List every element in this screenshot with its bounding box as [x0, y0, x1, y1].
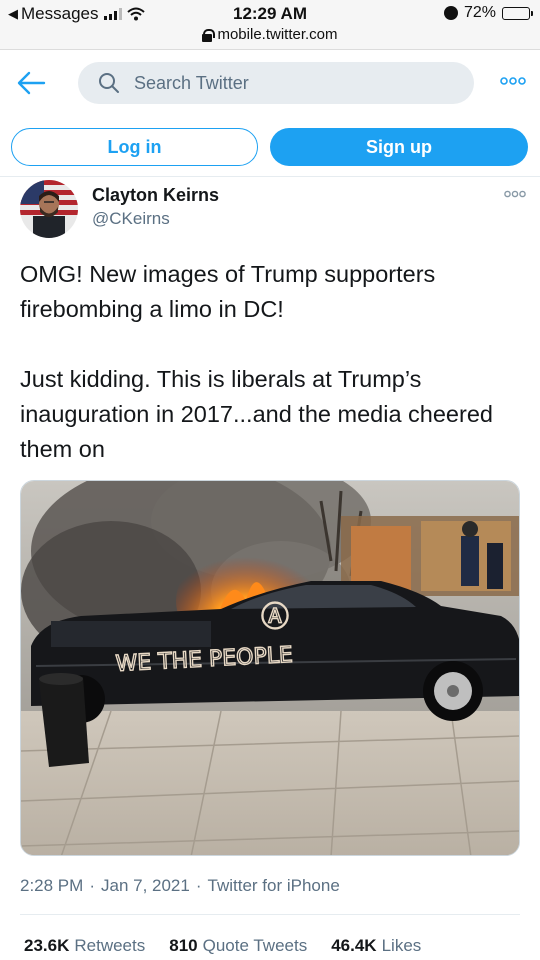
search-box[interactable] — [78, 62, 474, 104]
status-bar: ◀ Messages 12:29 AM mobile.twitter.com 7… — [0, 0, 540, 50]
more-icon[interactable] — [500, 76, 526, 86]
status-right: 72% — [443, 4, 533, 22]
avatar[interactable] — [20, 180, 78, 238]
battery-icon — [502, 6, 533, 20]
login-button[interactable]: Log in — [11, 128, 258, 166]
divider — [20, 914, 520, 915]
avatar-image — [20, 180, 78, 238]
tweet-date[interactable]: Jan 7, 2021 — [101, 876, 190, 896]
author-handle[interactable]: @CKeirns — [92, 208, 219, 230]
quote-tweets-stat[interactable]: 810 Quote Tweets — [169, 936, 307, 956]
lock-icon — [202, 28, 216, 42]
tweet-paragraph: Just kidding. This is liberals at Trump’… — [20, 366, 493, 462]
search-input[interactable] — [134, 62, 454, 104]
tweet-time[interactable]: 2:28 PM — [20, 876, 83, 896]
meta-separator: · — [89, 876, 95, 895]
tweet-author[interactable]: Clayton Keirns @CKeirns — [92, 184, 219, 230]
twitter-top-bar — [0, 50, 540, 116]
graffiti-symbol: Ⓐ — [261, 600, 289, 633]
quote-tweets-count: 810 — [169, 936, 198, 955]
signup-button[interactable]: Sign up — [270, 128, 528, 166]
divider — [0, 176, 540, 177]
author-name[interactable]: Clayton Keirns — [92, 184, 219, 206]
back-arrow-icon[interactable] — [16, 70, 46, 96]
tweet-source[interactable]: Twitter for iPhone — [208, 876, 340, 896]
address-bar[interactable]: mobile.twitter.com — [0, 26, 540, 43]
retweets-count: 23.6K — [24, 936, 70, 955]
retweets-stat[interactable]: 23.6K Retweets — [24, 936, 145, 956]
tweet-image[interactable]: WE THE PEOPLE Ⓐ — [20, 480, 520, 856]
search-icon — [99, 73, 119, 93]
tweet-text: OMG! New images of Trump supporters fire… — [20, 257, 525, 467]
retweets-label: Retweets — [74, 936, 146, 955]
tweet-more-icon[interactable] — [504, 190, 526, 198]
battery-percent: 72% — [463, 4, 496, 21]
tweet-stats: 23.6K Retweets 810 Quote Tweets 46.4K Likes — [24, 936, 421, 956]
quote-tweets-label: Quote Tweets — [202, 936, 308, 955]
likes-label: Likes — [381, 936, 422, 955]
likes-stat[interactable]: 46.4K Likes — [331, 936, 421, 956]
tweet-paragraph: OMG! New images of Trump supporters fire… — [20, 261, 436, 322]
meta-separator: · — [195, 876, 202, 895]
burning-limo-photo: WE THE PEOPLE Ⓐ — [21, 481, 519, 855]
likes-count: 46.4K — [331, 936, 377, 955]
url-text[interactable]: mobile.twitter.com — [217, 26, 337, 43]
alarm-icon — [443, 6, 458, 20]
tweet-meta: 2:28 PM · Jan 7, 2021 · Twitter for iPho… — [20, 876, 340, 896]
auth-buttons: Log in Sign up — [0, 126, 540, 168]
